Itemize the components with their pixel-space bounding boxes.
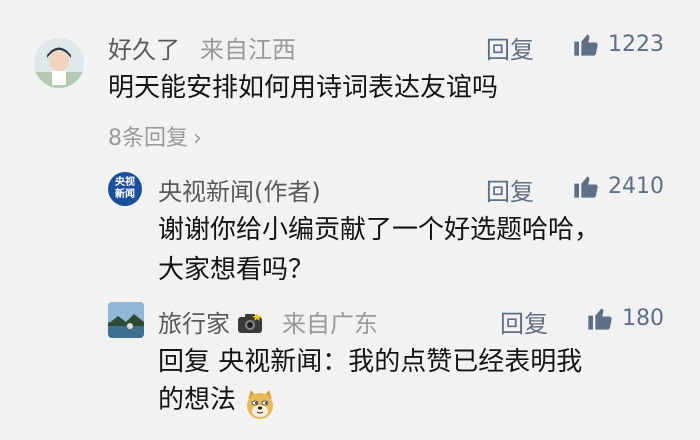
comment-text-line: 的想法 <box>158 385 237 415</box>
comment-text-line: 谢谢你给小编贡献了一个好选题哈哈， <box>158 215 601 245</box>
doge-emoji-icon <box>247 389 274 419</box>
expand-replies-label: 8条回复 <box>108 126 188 151</box>
comment-text-line: 大家想看吗？ <box>158 255 315 285</box>
like-count: 180 <box>622 305 664 331</box>
avatar[interactable]: 央视 新闻 <box>108 172 142 206</box>
location-label: 来自江西 <box>200 36 296 64</box>
reply-button[interactable]: 回复 <box>486 30 534 65</box>
reply-button[interactable]: 回复 <box>500 304 548 339</box>
comment-text: 明天能安排如何用诗词表达友谊吗 <box>108 73 499 103</box>
expand-replies-link[interactable]: 8条回复 › <box>108 120 202 152</box>
like-button[interactable]: 180 <box>586 304 664 332</box>
commenter-name[interactable]: 旅行家 <box>158 310 230 338</box>
like-button[interactable]: 2410 <box>572 172 664 200</box>
commenter-name[interactable]: 好久了 <box>108 30 180 65</box>
thumbs-up-icon <box>574 176 598 198</box>
reply-button[interactable]: 回复 <box>486 172 534 207</box>
avatar[interactable] <box>34 38 84 88</box>
avatar-logo-line: 央视 <box>115 177 135 188</box>
avatar[interactable] <box>108 302 144 338</box>
chevron-right-icon: › <box>193 126 202 151</box>
camera-emoji-icon <box>238 313 263 333</box>
like-count: 2410 <box>608 173 664 199</box>
comment-text-line-wrap: 的想法 <box>158 380 277 421</box>
comment-item: 央视 新闻 央视新闻(作者) 回复 2410 谢谢你给小编贡献了一个好选题哈哈，… <box>0 160 700 290</box>
location-label: 来自广东 <box>282 310 378 338</box>
like-button[interactable]: 1223 <box>572 30 664 58</box>
like-count: 1223 <box>608 31 664 57</box>
commenter-name-wrap: 旅行家 <box>158 304 263 339</box>
commenter-name[interactable]: 央视新闻(作者) <box>158 172 321 207</box>
thumbs-up-icon <box>588 308 612 330</box>
comment-item: 好久了 来自江西 回复 1223 明天能安排如何用诗词表达友谊吗 8条回复 › <box>0 0 700 160</box>
comment-item: 旅行家 来自广东 回复 180 回复 央视新闻：我的点赞已经表明我 的想法 <box>0 290 700 440</box>
comment-text-line: 回复 央视新闻：我的点赞已经表明我 <box>158 347 583 377</box>
thumbs-up-icon <box>574 34 598 56</box>
avatar-logo-line: 新闻 <box>115 189 135 200</box>
